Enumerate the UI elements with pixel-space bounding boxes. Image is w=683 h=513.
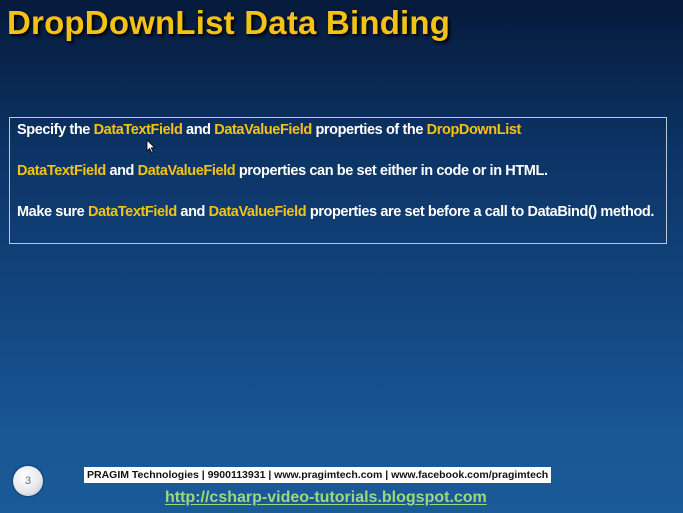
footer-contact-info: PRAGIM Technologies | 9900113931 | www.p… [84, 467, 552, 483]
text-segment: properties can be set either in code or … [235, 163, 548, 179]
content-box: Specify the DataTextField and DataValueF… [9, 117, 667, 244]
keyword-dropdownlist: DropDownList [426, 122, 522, 138]
text-segment: Make sure [17, 204, 88, 220]
bullet-code-or-html: DataTextField and DataValueField propert… [17, 161, 666, 181]
text-segment: and [182, 122, 215, 138]
keyword-datatextfield: DataTextField [87, 204, 177, 220]
keyword-datavaluefield: DataValueField [208, 204, 307, 220]
text-segment: and [176, 204, 209, 220]
slide-title: DropDownList Data Binding [7, 4, 451, 41]
mouse-pointer-icon [146, 139, 156, 153]
keyword-datavaluefield: DataValueField [214, 122, 312, 138]
slide-number-badge: 3 [13, 466, 43, 496]
text-segment: Specify the [17, 122, 94, 138]
footer-blog-link[interactable]: http://csharp-video-tutorials.blogspot.c… [165, 489, 487, 507]
text-segment: properties of the [311, 122, 427, 138]
text-segment: properties are set before a call to Data… [306, 204, 655, 220]
text-segment: and [105, 163, 138, 179]
keyword-datavaluefield: DataValueField [137, 163, 236, 179]
bullet-specify-fields: Specify the DataTextField and DataValueF… [17, 120, 666, 140]
bullet-before-databind: Make sure DataTextField and DataValueFie… [17, 202, 666, 222]
keyword-datatextfield: DataTextField [93, 122, 183, 138]
keyword-datatextfield: DataTextField [17, 163, 106, 179]
